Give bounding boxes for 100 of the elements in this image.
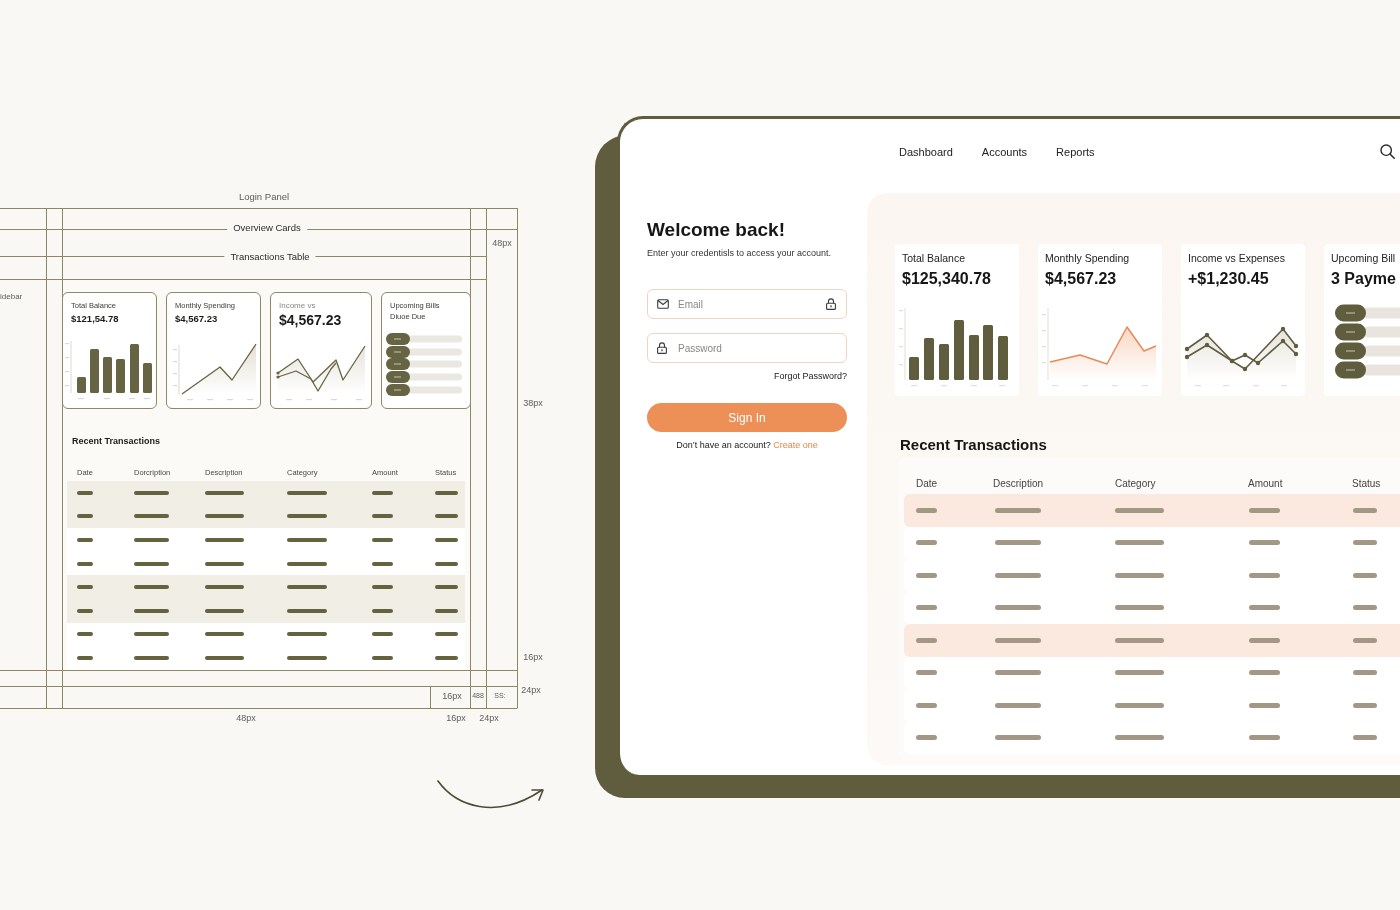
skeleton-line: [287, 490, 327, 495]
skeleton-line: [916, 637, 937, 643]
card-value: $121,54.78: [71, 313, 119, 325]
card-value: $4,567.23: [175, 313, 218, 325]
password-field[interactable]: Password: [647, 333, 847, 363]
skeleton-line: [372, 608, 393, 613]
measurement-label: 24px: [521, 684, 541, 696]
skeleton-line: [372, 490, 393, 495]
skeleton-line: [287, 538, 327, 542]
skeleton-line: [1115, 605, 1164, 611]
skeleton-line: [1115, 540, 1164, 546]
skeleton-line: [435, 655, 458, 660]
skeleton-line: [1249, 605, 1280, 611]
skeleton-line: [134, 608, 169, 613]
column-header: Description: [993, 476, 1044, 490]
skeleton-line: [1115, 572, 1164, 578]
skeleton-line: [435, 561, 458, 566]
skeleton-line: [1115, 507, 1164, 513]
nav-link[interactable]: Accounts: [981, 145, 1028, 159]
skeleton-line: [1353, 670, 1377, 676]
search-icon[interactable]: [1380, 144, 1395, 159]
annotation-label: Login Panel: [238, 190, 290, 202]
skeleton-line: [995, 735, 1041, 741]
skeleton-line: [77, 538, 93, 542]
skeleton-line: [1353, 735, 1377, 741]
skeleton-line: [372, 514, 393, 519]
skeleton-line: [995, 702, 1041, 708]
envelope-icon: [657, 299, 669, 309]
measurement-label: 24px: [479, 712, 499, 724]
skeleton-line: [205, 585, 244, 590]
skeleton-line: [1249, 507, 1280, 513]
skeleton-line: [134, 632, 169, 637]
column-header: Amount: [1248, 476, 1283, 490]
skeleton-line: [372, 655, 393, 660]
card-title: Upcoming Bill: [1331, 252, 1396, 265]
skeleton-line: [1249, 637, 1280, 643]
nav-link[interactable]: Dashboard: [899, 145, 953, 159]
skeleton-line: [916, 507, 937, 513]
skeleton-line: [1249, 670, 1280, 676]
skeleton-line: [287, 585, 327, 590]
skeleton-line: [77, 632, 93, 637]
skeleton-line: [134, 561, 169, 566]
card-value: $125,340.78: [902, 269, 991, 289]
skeleton-line: [205, 608, 244, 613]
skeleton-line: [134, 514, 169, 519]
card-title: Total Balance: [902, 252, 966, 265]
skeleton-line: [205, 655, 244, 660]
skeleton-line: [287, 655, 327, 660]
skeleton-line: [435, 490, 458, 495]
skeleton-line: [372, 561, 393, 566]
card-value: 3 Payme: [1331, 269, 1396, 289]
measurement-label: 16px: [446, 712, 466, 724]
section-label: Overview Cards: [227, 221, 307, 233]
skeleton-line: [205, 561, 244, 566]
skeleton-line: [77, 561, 93, 566]
skeleton-line: [372, 632, 393, 637]
skeleton-line: [287, 561, 327, 566]
skeleton-line: [134, 538, 169, 542]
measurement-label: 48px: [236, 712, 256, 724]
measurement-label: 48px: [492, 237, 512, 249]
skeleton-line: [1249, 702, 1280, 708]
skeleton-line: [1353, 540, 1377, 546]
skeleton-line: [1249, 572, 1280, 578]
forgot-password-link[interactable]: Forgot Password?: [773, 371, 847, 382]
skeleton-line: [77, 655, 93, 660]
measurement-label: 16px: [442, 690, 462, 702]
skeleton-line: [372, 585, 393, 590]
skeleton-line: [77, 608, 93, 613]
skeleton-line: [1115, 735, 1164, 741]
skeleton-line: [1115, 702, 1164, 708]
skeleton-line: [1353, 572, 1377, 578]
skeleton-line: [435, 608, 458, 613]
nav-link[interactable]: Reports: [1056, 145, 1095, 159]
skeleton-line: [995, 540, 1041, 546]
skeleton-line: [1353, 702, 1377, 708]
skeleton-line: [435, 538, 458, 542]
email-field[interactable]: Email: [647, 289, 847, 319]
skeleton-line: [916, 540, 937, 546]
skeleton-line: [995, 637, 1041, 643]
card-value: $4,567.23: [1045, 269, 1117, 289]
column-header: Date: [916, 476, 938, 490]
skeleton-line: [77, 585, 93, 590]
skeleton-line: [995, 507, 1041, 513]
skeleton-line: [1353, 507, 1377, 513]
skeleton-line: [995, 605, 1041, 611]
skeleton-line: [916, 605, 937, 611]
card-title: Income vs: [279, 301, 316, 310]
skeleton-line: [77, 514, 93, 519]
annotation-label: idebar: [0, 290, 23, 302]
section-title: Recent Transactions: [900, 436, 1047, 454]
skeleton-line: [1115, 637, 1164, 643]
skeleton-line: [134, 490, 169, 495]
card-value: $4,567.23: [279, 312, 342, 329]
skeleton-line: [1353, 637, 1377, 643]
column-header: Status: [1352, 476, 1381, 490]
card-title: Income vs Expenses: [1188, 252, 1285, 265]
section-label: Transactions Table: [224, 250, 316, 262]
skeleton-line: [287, 514, 327, 519]
lock-icon: [826, 298, 836, 310]
card-value: +$1,230.45: [1188, 269, 1269, 289]
